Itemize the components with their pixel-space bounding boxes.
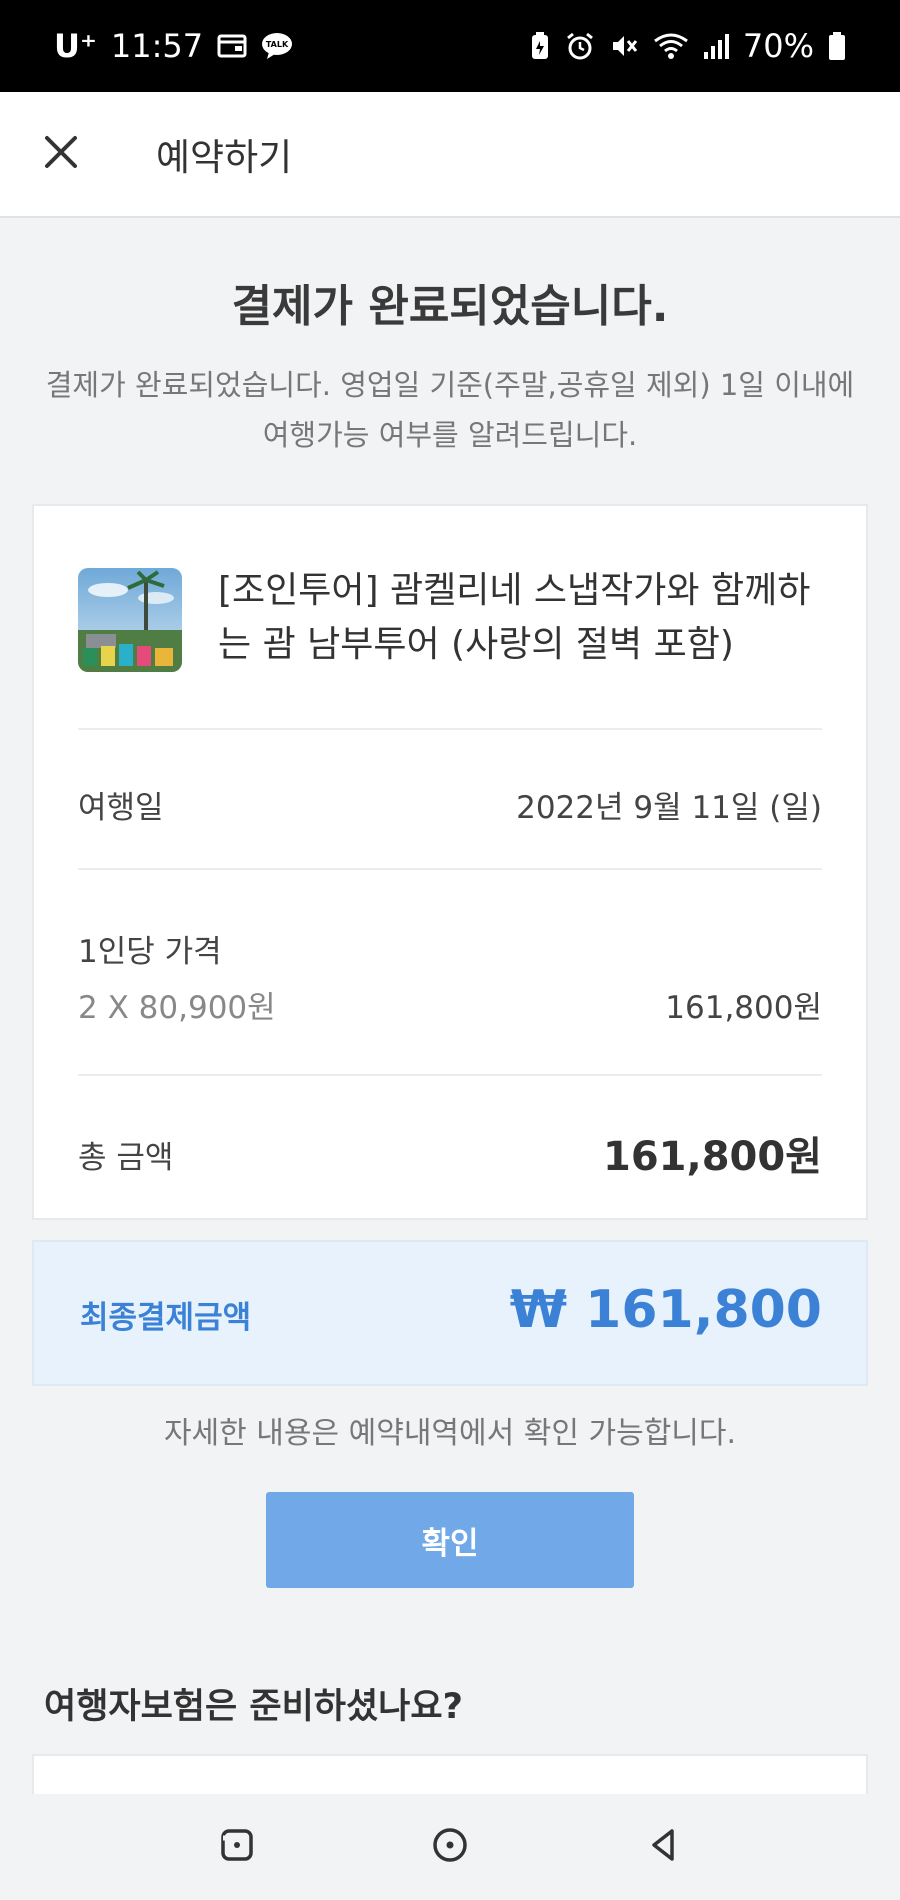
battery-percent: 70% <box>742 27 814 65</box>
close-button[interactable] <box>30 123 92 185</box>
status-left: U⁺ 11:57 TALK <box>54 27 293 65</box>
content-area[interactable]: 결제가 완료되었습니다. 결제가 완료되었습니다. 영업일 기준(주말,공휴일 … <box>0 218 900 1794</box>
price-breakdown: 2 X 80,900원 <box>78 990 276 1026</box>
insurance-card[interactable] <box>32 1754 868 1794</box>
recents-icon <box>219 1827 255 1867</box>
system-nav-bar <box>0 1794 900 1900</box>
product-info[interactable]: [조인투어] 괌켈리네 스냅작가와 함께하는 괌 남부투어 (사랑의 절벽 포함… <box>78 564 822 684</box>
final-payment-label: 최종결제금액 <box>80 1300 252 1336</box>
kakaotalk-icon: TALK <box>261 32 293 60</box>
talk-badge-text: TALK <box>266 40 289 49</box>
carrier-label: U⁺ <box>54 27 97 65</box>
product-title: [조인투어] 괌켈리네 스냅작가와 함께하는 괌 남부투어 (사랑의 절벽 포함… <box>218 570 811 665</box>
travel-date-label: 여행일 <box>78 790 164 826</box>
divider <box>78 728 822 730</box>
order-summary-card: [조인투어] 괌켈리네 스냅작가와 함께하는 괌 남부투어 (사랑의 절벽 포함… <box>32 504 868 1220</box>
mute-icon <box>609 31 639 61</box>
home-icon <box>431 1826 469 1868</box>
final-payment-amount: ₩ 161,800 <box>509 1280 822 1340</box>
divider <box>78 1074 822 1076</box>
back-icon <box>645 1827 681 1867</box>
close-icon <box>44 135 78 173</box>
status-bar: U⁺ 11:57 TALK 70% <box>0 0 900 92</box>
app-bar: 예약하기 <box>0 92 900 218</box>
total-value: 161,800원 <box>603 1134 822 1180</box>
home-button[interactable] <box>410 1807 490 1887</box>
price-subtotal: 161,800원 <box>665 990 822 1026</box>
battery-saver-icon <box>529 31 551 61</box>
back-button[interactable] <box>623 1807 703 1887</box>
total-label: 총 금액 <box>78 1140 174 1176</box>
wallet-icon <box>217 33 247 59</box>
confirm-button[interactable]: 확인 <box>266 1492 634 1588</box>
product-thumbnail <box>78 568 182 672</box>
battery-icon <box>828 31 846 61</box>
recents-button[interactable] <box>197 1807 277 1887</box>
reservation-notice: 자세한 내용은 예약내역에서 확인 가능합니다. <box>163 1416 737 1451</box>
payment-complete-headline: 결제가 완료되었습니다. <box>231 281 669 332</box>
divider <box>78 868 822 870</box>
payment-complete-subtext: 결제가 완료되었습니다. 영업일 기준(주말,공휴일 제외) 1일 이내에 여행… <box>45 368 855 452</box>
status-time: 11:57 <box>110 27 204 65</box>
alarm-icon <box>565 31 595 61</box>
final-payment-box: 최종결제금액 ₩ 161,800 <box>32 1240 868 1386</box>
travel-date-value: 2022년 9월 11일 (일) <box>516 790 822 826</box>
signal-icon <box>703 32 729 60</box>
price-per-person-label: 1인당 가격 <box>78 934 222 970</box>
insurance-section-title: 여행자보험은 준비하셨나요? <box>44 1687 463 1727</box>
wifi-icon <box>653 31 689 61</box>
page-title: 예약하기 <box>156 136 293 179</box>
status-right: 70% <box>529 27 846 65</box>
